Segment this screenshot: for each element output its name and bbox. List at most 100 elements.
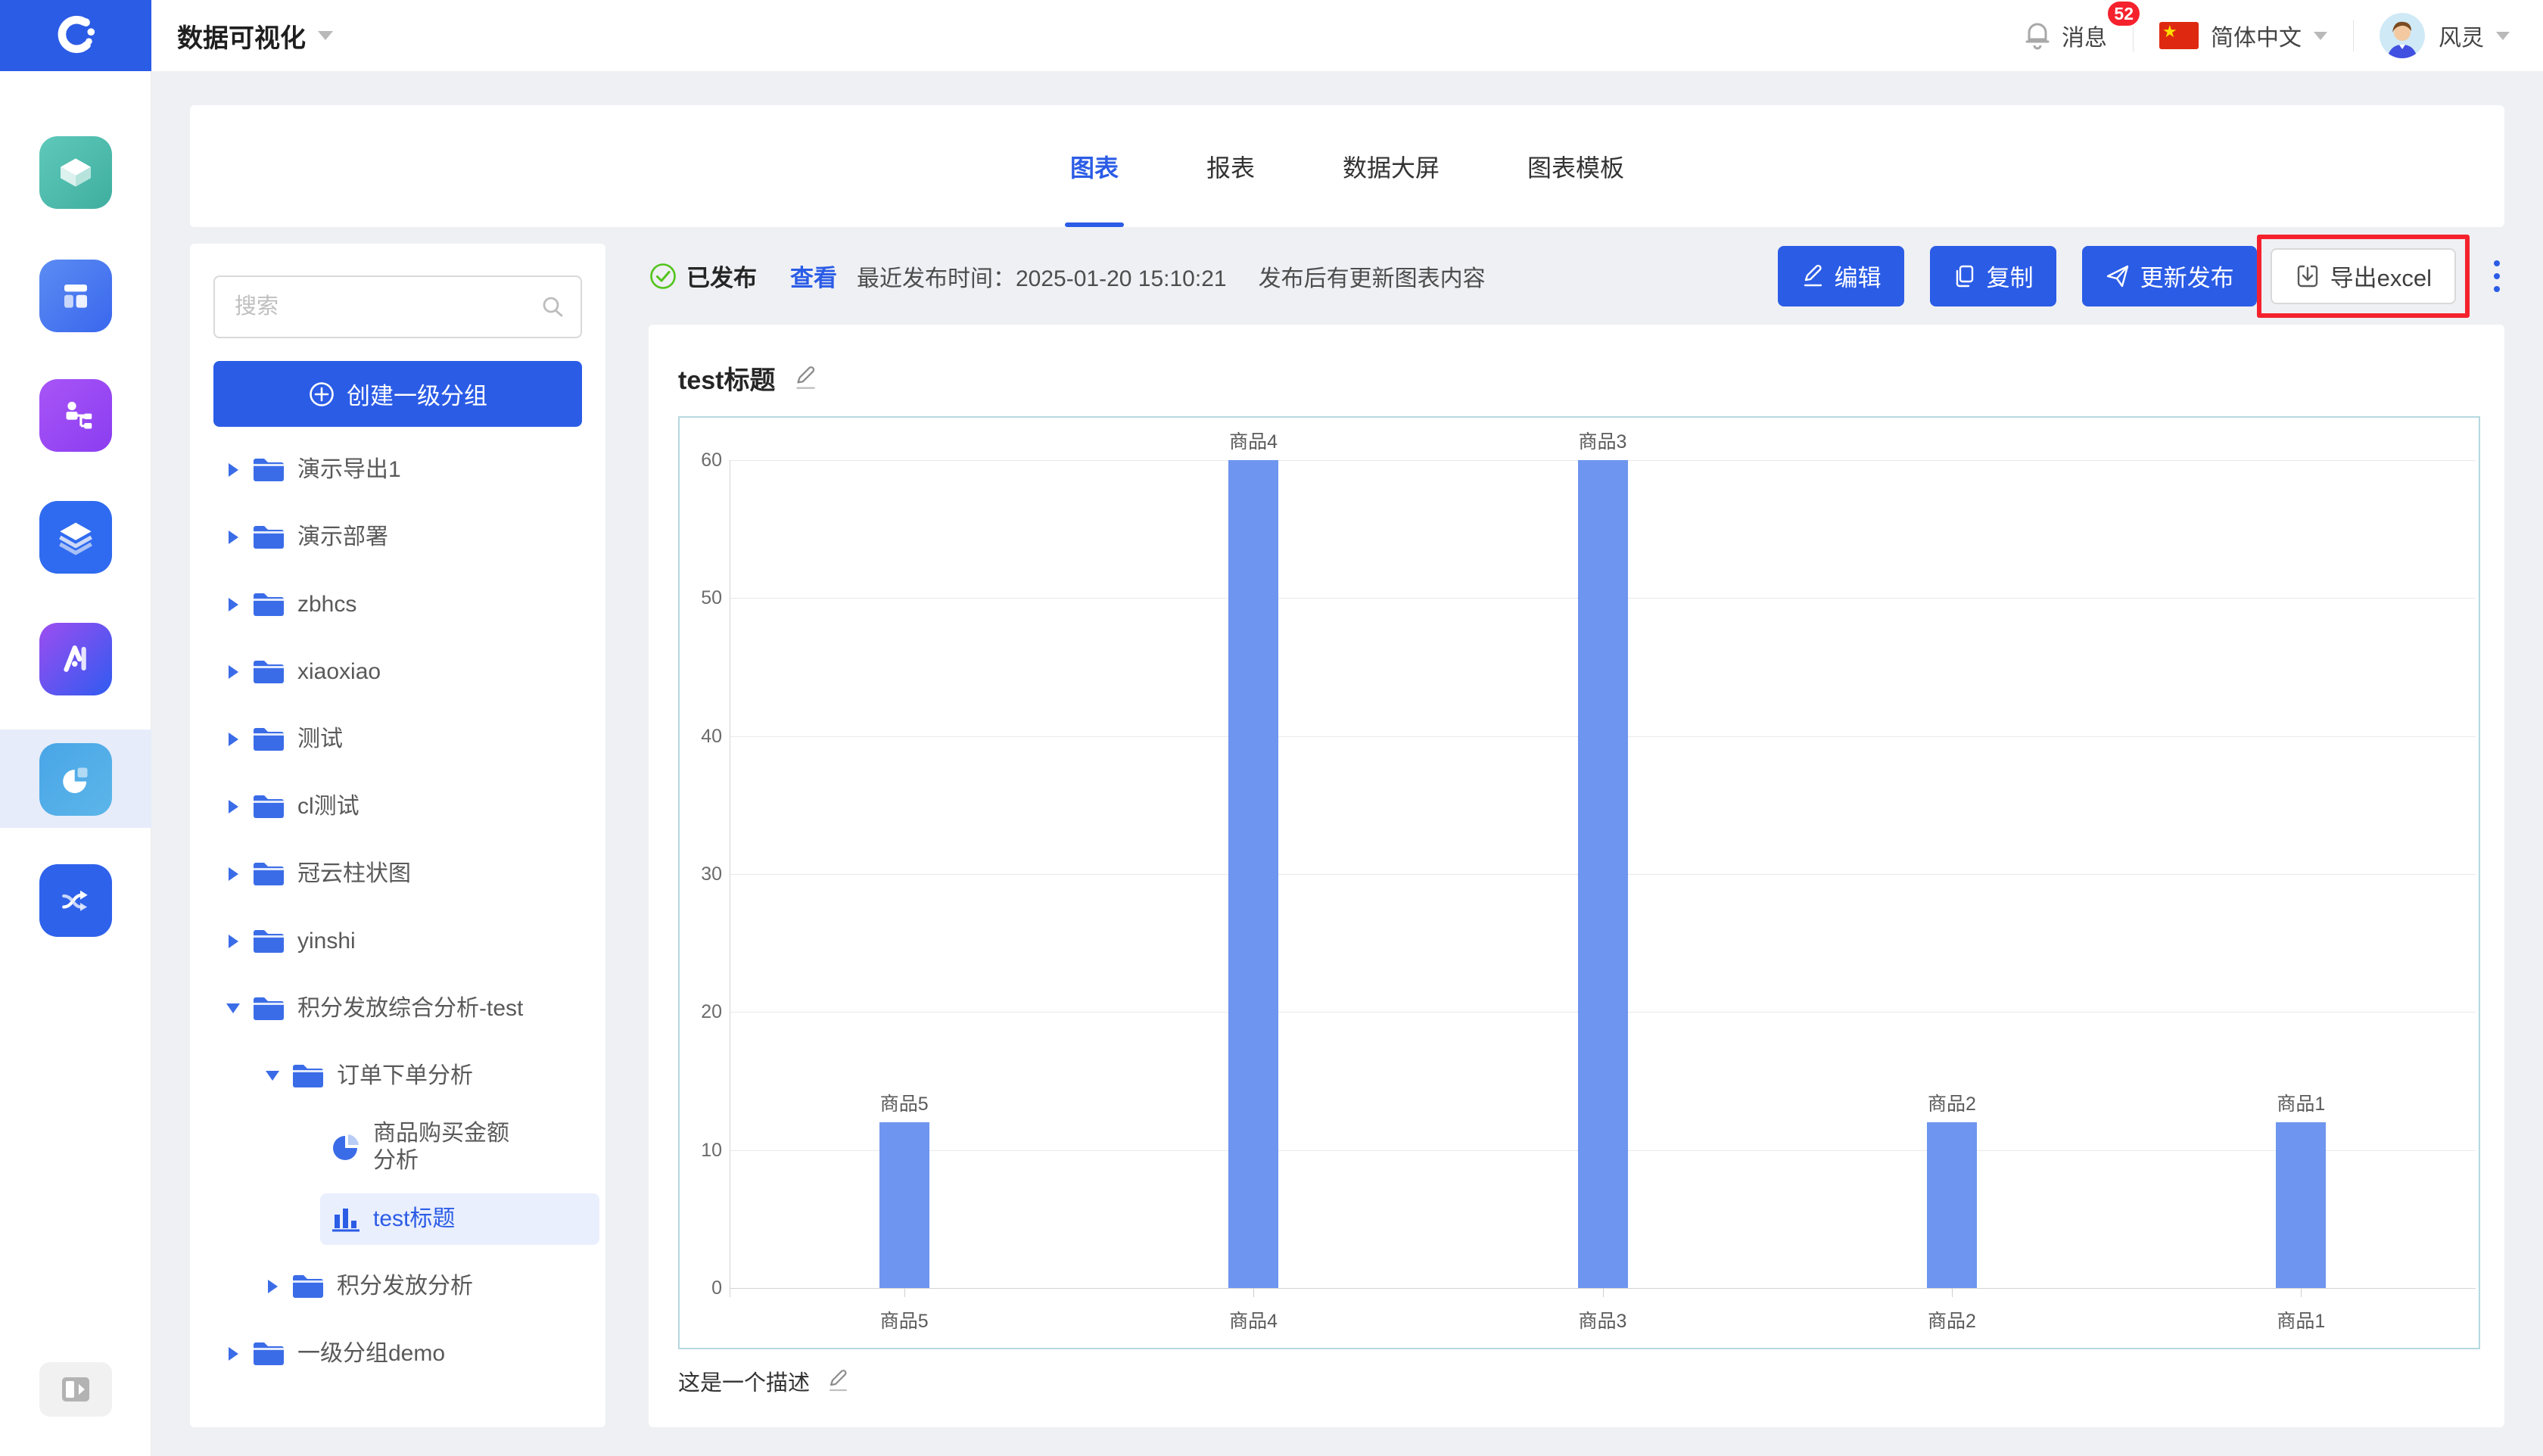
- tree-item-6[interactable]: 冠云柱状图: [190, 840, 605, 907]
- china-flag-icon: ★: [2159, 22, 2199, 49]
- logo-icon: [54, 14, 98, 58]
- caret-right-icon[interactable]: [223, 598, 243, 611]
- title-chevron-down-icon[interactable]: [318, 31, 333, 40]
- tab-3[interactable]: 图表模板: [1527, 105, 1624, 227]
- export-excel-button[interactable]: 导出excel: [2271, 248, 2456, 304]
- tree-item-3[interactable]: xiaoxiao: [190, 638, 605, 705]
- tree-item-9[interactable]: 订单下单分析: [190, 1042, 605, 1109]
- x-axis-tick: [1603, 1288, 1604, 1297]
- tree-item-2[interactable]: zbhcs: [190, 571, 605, 638]
- tree-item-4[interactable]: 测试: [190, 705, 605, 773]
- chart-tree-panel: 创建一级分组 演示导出1 演示部署 zbhcs xiaoxiao 测试 cl测试冠云柱状图…: [190, 244, 605, 1427]
- y-axis-tick-label: 20: [680, 1000, 722, 1023]
- tree-item-label: 积分发放分析: [337, 1273, 473, 1300]
- view-link[interactable]: 查看: [790, 259, 837, 293]
- tree-item-content: 演示部署: [241, 512, 599, 562]
- caret-right-icon[interactable]: [223, 935, 243, 948]
- x-axis-tick-label: 商品2: [1928, 1306, 1976, 1333]
- bar-chart-icon: [331, 1204, 361, 1234]
- y-axis-tick-label: 30: [680, 863, 722, 885]
- bar-value-label: 商品5: [880, 1089, 929, 1116]
- user-menu[interactable]: 风灵: [2380, 13, 2510, 58]
- collapse-panel-icon: [59, 1375, 92, 1404]
- folder-icon: [252, 456, 285, 484]
- tree-item-content: xiaoxiao: [241, 647, 599, 697]
- tree-item-content: 订单下单分析: [281, 1051, 599, 1101]
- language-selector[interactable]: ★ 简体中文: [2159, 19, 2327, 52]
- edit-button[interactable]: 编辑: [1778, 246, 1904, 306]
- folder-icon: [252, 994, 285, 1023]
- tree-item-12[interactable]: 积分发放分析: [190, 1252, 605, 1320]
- tree-item-8[interactable]: 积分发放综合分析-test: [190, 975, 605, 1042]
- content-tabs: 图表报表 数据大屏 图表模板: [190, 105, 2504, 227]
- page-title: 数据可视化: [177, 17, 306, 54]
- tab-1[interactable]: 报表: [1206, 105, 1255, 227]
- create-group-button[interactable]: 创建一级分组: [213, 361, 582, 427]
- tree-item-5[interactable]: cl测试: [190, 773, 605, 840]
- tree-item-label: zbhcs: [297, 591, 356, 618]
- tab-label: 数据大屏: [1343, 149, 1440, 184]
- update-notice: 发布后有更新图表内容: [1259, 260, 1486, 293]
- x-axis-tick: [1253, 1288, 1254, 1297]
- search-input[interactable]: [213, 275, 582, 338]
- export-excel-button-label: 导出excel: [2330, 259, 2432, 293]
- messages-count-badge: 52: [2106, 0, 2142, 28]
- create-group-button-label: 创建一级分组: [347, 377, 487, 411]
- bar-chart-plot: 0102030405060商品5商品5商品4商品4商品3商品3商品2商品2商品1…: [678, 416, 2480, 1349]
- caret-down-icon[interactable]: [263, 1071, 282, 1081]
- etl-app-icon[interactable]: [39, 864, 112, 937]
- folder-icon: [252, 927, 285, 956]
- charts-app-icon-active[interactable]: [39, 743, 112, 816]
- workflow-app-icon[interactable]: [39, 379, 112, 452]
- tab-0[interactable]: 图表: [1070, 105, 1119, 227]
- tree-item-13[interactable]: 一级分组demo: [190, 1320, 605, 1387]
- caret-right-icon[interactable]: [223, 463, 243, 477]
- app-logo[interactable]: [0, 0, 151, 71]
- edit-description-icon[interactable]: [825, 1368, 851, 1394]
- edit-title-icon[interactable]: [792, 365, 819, 392]
- bar-value-label: 商品3: [1579, 427, 1627, 454]
- folder-icon: [252, 1339, 285, 1368]
- bar-value-label: 商品4: [1229, 427, 1278, 454]
- x-axis-tick-label: 商品5: [880, 1306, 929, 1333]
- tab-2[interactable]: 数据大屏: [1343, 105, 1440, 227]
- collapse-sidebar-button[interactable]: [39, 1362, 112, 1417]
- messages-nav-item[interactable]: 消息 52: [2062, 19, 2107, 52]
- ai-app-icon[interactable]: [39, 623, 112, 695]
- caret-right-icon[interactable]: [223, 733, 243, 746]
- folder-icon: [252, 792, 285, 821]
- bar-商品5: [879, 1122, 929, 1288]
- tree-item-content: 冠云柱状图: [241, 849, 599, 899]
- caret-right-icon[interactable]: [223, 1347, 243, 1361]
- caret-right-icon[interactable]: [223, 800, 243, 814]
- chart-title: test标题: [678, 359, 775, 397]
- layers-app-icon[interactable]: [39, 501, 112, 574]
- publish-status-bar: 已发布 查看 最近发布时间：2025-01-20 15:10:21 发布后有更新…: [649, 227, 2504, 325]
- data-model-app-icon[interactable]: [39, 136, 112, 209]
- caret-down-icon[interactable]: [223, 1003, 243, 1013]
- tree-item-10[interactable]: 商品购买金额分析: [190, 1109, 605, 1185]
- tree-item-content: 测试: [241, 714, 599, 764]
- tree-item-label: 冠云柱状图: [297, 860, 411, 888]
- y-axis-tick-label: 50: [680, 586, 722, 609]
- tree-item-7[interactable]: yinshi: [190, 907, 605, 975]
- update-publish-button[interactable]: 更新发布: [2082, 246, 2257, 306]
- caret-right-icon[interactable]: [263, 1280, 282, 1293]
- search-icon: [541, 295, 565, 319]
- bar-value-label: 商品2: [1928, 1089, 1976, 1116]
- tree-item-0[interactable]: 演示导出1: [190, 436, 605, 503]
- more-actions-button[interactable]: [2489, 256, 2504, 297]
- dashboard-app-icon[interactable]: [39, 260, 112, 332]
- letter-a-icon: [53, 636, 98, 682]
- tree-item-1[interactable]: 演示部署: [190, 503, 605, 571]
- folder-icon: [252, 590, 285, 619]
- layers-icon: [52, 514, 99, 561]
- caret-right-icon[interactable]: [223, 530, 243, 544]
- caret-right-icon[interactable]: [223, 665, 243, 679]
- tree-item-11[interactable]: test标题: [190, 1185, 605, 1252]
- tree-item-content: 一级分组demo: [241, 1329, 599, 1379]
- copy-button[interactable]: 复制: [1930, 246, 2056, 306]
- bell-icon[interactable]: [2024, 20, 2051, 51]
- tree-item-content: 商品购买金额分析: [320, 1109, 599, 1185]
- caret-right-icon[interactable]: [223, 867, 243, 881]
